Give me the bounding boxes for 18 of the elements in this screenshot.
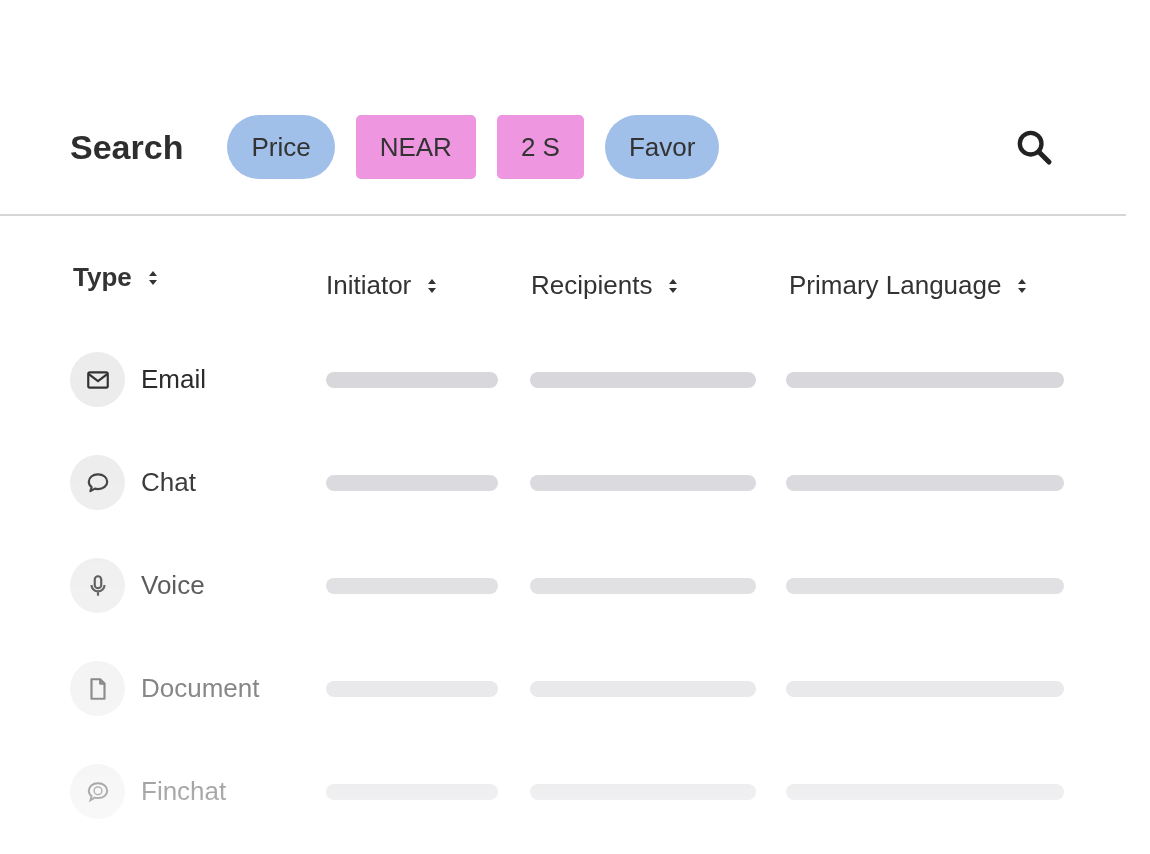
filter-chip[interactable]: Favor	[604, 115, 720, 179]
filter-chip[interactable]: NEAR	[355, 115, 476, 179]
search-title: Search	[70, 127, 184, 167]
type-label: Finchat	[141, 776, 227, 807]
type-label: Email	[141, 364, 206, 395]
sort-icon	[668, 277, 679, 294]
column-header[interactable]: Recipients	[531, 270, 679, 301]
sort-icon	[147, 269, 158, 286]
column-header[interactable]: Initiator	[326, 270, 438, 301]
filter-chip[interactable]: Price	[227, 115, 335, 179]
type-label: Document	[141, 673, 260, 704]
filter-chip[interactable]: 2 S	[496, 115, 584, 179]
type-label: Voice	[141, 570, 205, 601]
sort-icon	[1017, 277, 1028, 294]
sort-icon	[427, 277, 438, 294]
column-header[interactable]: Primary Language	[789, 270, 1028, 301]
type-label: Chat	[141, 467, 196, 498]
column-header[interactable]: Type	[73, 262, 158, 293]
